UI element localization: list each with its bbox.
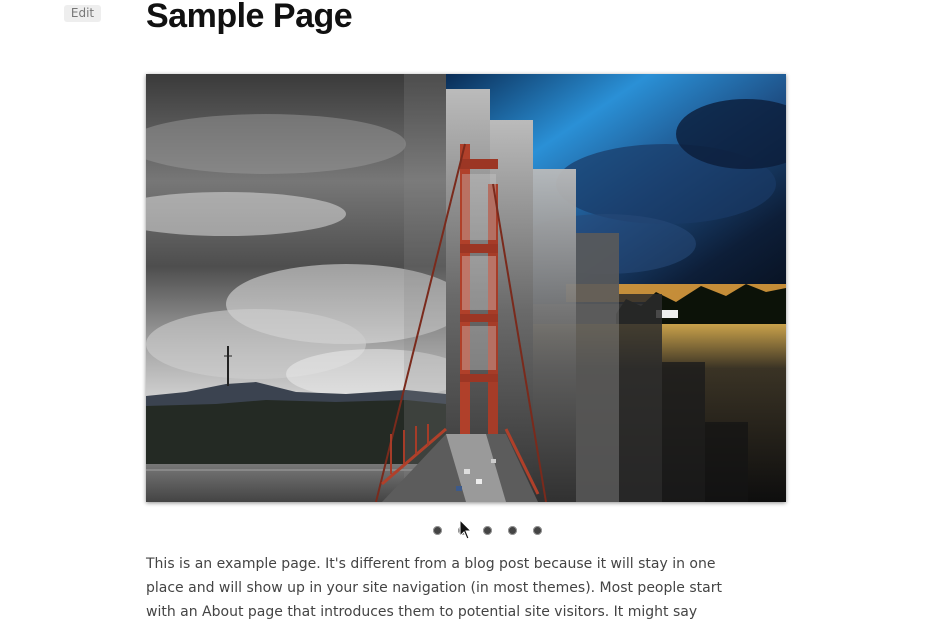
- slider-dot-4[interactable]: [508, 526, 517, 535]
- slider-dot-3[interactable]: [483, 526, 492, 535]
- page-content-paragraph: This is an example page. It's different …: [146, 556, 722, 620]
- slider-image-golden-gate: [146, 74, 786, 502]
- page-title: Sample Page: [146, 0, 353, 35]
- edit-page-link[interactable]: Edit: [64, 5, 101, 22]
- slider-pagination: [430, 524, 550, 538]
- slider-dot-1[interactable]: [433, 526, 442, 535]
- image-slider[interactable]: [146, 74, 786, 502]
- mouse-cursor-icon: [459, 519, 473, 540]
- slider-dot-5[interactable]: [533, 526, 542, 535]
